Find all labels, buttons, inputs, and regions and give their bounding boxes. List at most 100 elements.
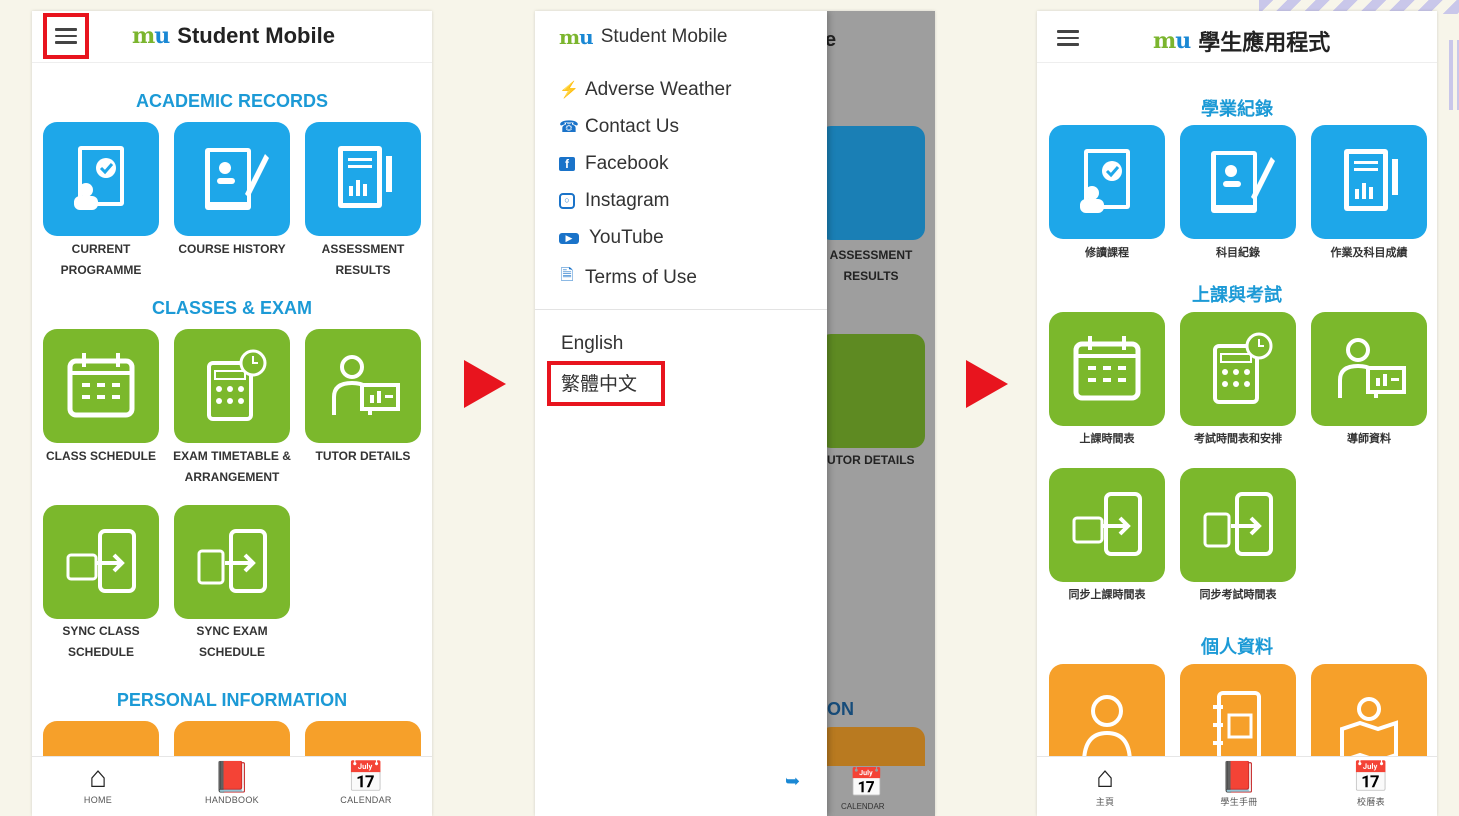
calendar-icon: 📅	[1352, 761, 1390, 794]
tile-sync-class-schedule[interactable]	[1049, 468, 1165, 582]
label-sync-exam-schedule: 同步考試時間表	[1199, 589, 1277, 601]
label-class-schedule: CLASS SCHEDULE	[45, 449, 156, 463]
section-personal-information: PERSONAL INFORMATION	[116, 690, 348, 710]
side-drawer: mu Student Mobile ⚡ Adverse Weather ☎ Cont…	[535, 11, 827, 816]
tile-sync-class-schedule[interactable]	[43, 505, 159, 619]
calendar-icon: 📅	[849, 767, 884, 798]
step-arrow-1	[464, 360, 506, 408]
menu-facebook[interactable]: f Facebook	[559, 153, 668, 175]
menu-divider	[535, 309, 827, 310]
calendar-icon	[67, 353, 135, 418]
home-icon: ⌂	[1095, 761, 1115, 794]
youtube-icon: ▶	[559, 232, 579, 244]
tutor-board-icon	[332, 355, 400, 415]
screen-chinese-home: mu 學生應用程式 學業紀錄 修讀課程 科目紀錄 作業及科目成績 上課與考試 上…	[1037, 11, 1437, 816]
document-icon: 🗎	[560, 267, 574, 284]
label-course-history: 科目紀錄	[1216, 247, 1260, 259]
step-arrow-2	[966, 360, 1008, 408]
tile-tutor-details[interactable]	[305, 329, 421, 443]
menu-contact-us[interactable]: ☎ Contact Us	[559, 116, 679, 138]
timetable-clock-icon	[1213, 332, 1273, 404]
section-classes-exam: 上課與考試	[1192, 285, 1282, 305]
section-personal-information: 個人資料	[1201, 637, 1273, 657]
app-bar: mu 學生應用程式	[1037, 11, 1437, 63]
tile-course-history[interactable]	[174, 122, 290, 236]
nav-handbook[interactable]: 📕 HANDBOOK	[192, 761, 272, 805]
tile-current-programme[interactable]	[1049, 125, 1165, 239]
label-current-programme: CURRENT PROGRAMME	[60, 242, 142, 277]
app-bar: mu Student Mobile	[32, 11, 432, 63]
document-check-icon	[74, 146, 124, 210]
app-logo: mu	[559, 25, 594, 49]
tile-course-history[interactable]	[1180, 125, 1296, 239]
label-sync-class-schedule: SYNC CLASS SCHEDULE	[62, 624, 140, 659]
screen-side-menu: e ASSESSMENT RESULTS UTOR DETAILS ON 📅 C…	[535, 11, 935, 816]
tile-tutor-details[interactable]	[1311, 312, 1427, 426]
label-sync-exam-schedule: SYNC EXAM SCHEDULE	[196, 624, 268, 659]
menu-button[interactable]	[1051, 21, 1085, 55]
menu-adverse-weather[interactable]: ⚡ Adverse Weather	[559, 79, 731, 101]
dimmed-background[interactable]: e ASSESSMENT RESULTS UTOR DETAILS ON 📅 C…	[819, 11, 935, 816]
lightning-icon: ⚡	[559, 82, 579, 99]
tile-sync-exam-schedule[interactable]	[174, 505, 290, 619]
hamburger-icon	[55, 28, 77, 31]
nav-calendar[interactable]: 📅 CALENDAR	[326, 761, 406, 805]
calendar-icon	[1073, 336, 1141, 401]
brand: mu 學生應用程式	[1153, 25, 1330, 57]
tile-class-schedule[interactable]	[1049, 312, 1165, 426]
tile-exam-timetable[interactable]	[1180, 312, 1296, 426]
label-class-schedule: 上課時間表	[1079, 433, 1135, 445]
book-icon: 📕	[1220, 761, 1258, 794]
app-title: 學生應用程式	[1198, 30, 1331, 55]
label-assessment-results: 作業及科目成績	[1330, 247, 1408, 259]
sync-exam-icon	[1203, 492, 1273, 556]
menu-terms-of-use[interactable]: 🗎 Terms of Use	[559, 264, 697, 291]
tutor-board-icon	[1338, 338, 1406, 398]
menu-instagram[interactable]: ○ Instagram	[559, 190, 669, 212]
nav-home[interactable]: ⌂ 主頁	[1065, 761, 1145, 808]
label-assessment-results: ASSESSMENT RESULTS	[321, 242, 405, 277]
section-classes-exam: CLASSES & EXAM	[151, 298, 313, 318]
section-academic-records: ACADEMIC RECORDS	[135, 91, 328, 111]
bottom-nav: ⌂ 主頁 📕 學生手冊 📅 校曆表	[1037, 756, 1437, 816]
book-icon: 📕	[213, 761, 251, 794]
hamburger-icon	[1057, 30, 1079, 33]
sync-calendar-icon	[66, 529, 136, 593]
nav-handbook[interactable]: 📕 學生手冊	[1199, 761, 1279, 808]
book-profile-icon	[205, 148, 269, 210]
nav-calendar[interactable]: 📅 校曆表	[1331, 761, 1411, 808]
brand: mu Student Mobile	[132, 23, 335, 49]
menu-button-highlighted[interactable]	[43, 13, 89, 59]
tile-assessment-results[interactable]	[1311, 125, 1427, 239]
tile-assessment-results[interactable]	[305, 122, 421, 236]
logout-icon[interactable]: ➥	[785, 771, 800, 792]
tile-exam-timetable[interactable]	[174, 329, 290, 443]
bottom-nav: ⌂ HOME 📕 HANDBOOK 📅 CALENDAR	[32, 756, 432, 816]
tile-current-programme[interactable]	[43, 122, 159, 236]
home-icon: ⌂	[88, 761, 108, 794]
label-sync-class-schedule: 同步上課時間表	[1068, 589, 1146, 601]
tile-class-schedule[interactable]	[43, 329, 159, 443]
label-exam-timetable: 考試時間表和安排	[1194, 433, 1282, 445]
edge-decoration	[1449, 40, 1459, 110]
app-title: Student Mobile	[177, 23, 335, 48]
book-profile-icon	[1211, 151, 1275, 213]
label-tutor-details: TUTOR DETAILS	[315, 449, 411, 463]
menu-youtube[interactable]: ▶ YouTube	[559, 227, 664, 249]
section-academic-records: 學業紀錄	[1201, 99, 1273, 119]
app-logo: mu	[132, 23, 170, 49]
facebook-icon: f	[559, 157, 575, 171]
label-course-history: COURSE HISTORY	[178, 242, 286, 256]
phone-icon: ☎	[559, 119, 579, 136]
app-logo: mu	[1153, 28, 1191, 54]
language-traditional-chinese-highlighted[interactable]: 繁體中文	[547, 361, 666, 406]
label-exam-timetable: EXAM TIMETABLE & ARRANGEMENT	[173, 449, 291, 484]
language-english[interactable]: English	[561, 333, 623, 355]
label-tutor-details: 導師資料	[1347, 433, 1391, 445]
label-current-programme: 修讀課程	[1085, 247, 1129, 259]
sync-exam-icon	[197, 529, 267, 593]
nav-home[interactable]: ⌂ HOME	[58, 761, 138, 805]
dimmed-tile-tutor	[819, 334, 925, 448]
tile-sync-exam-schedule[interactable]	[1180, 468, 1296, 582]
screen-english-home: mu Student Mobile ACADEMIC RECORDS CURRE…	[32, 11, 432, 816]
